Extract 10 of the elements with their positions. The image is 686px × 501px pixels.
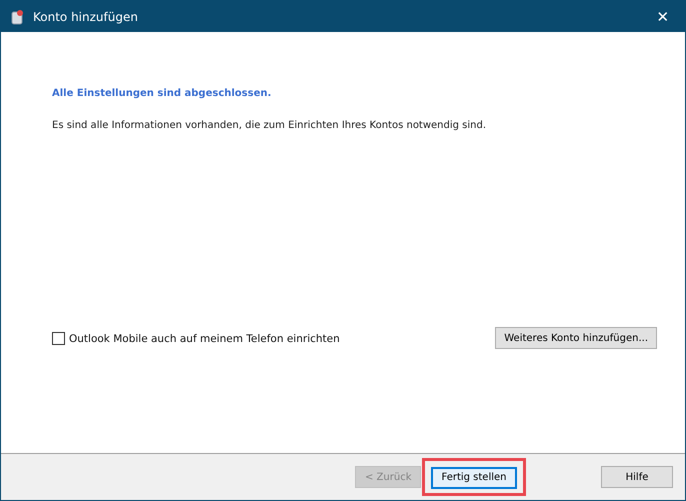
checkbox[interactable]: [52, 332, 65, 345]
close-button[interactable]: ✕: [641, 1, 685, 32]
window-title: Konto hinzufügen: [33, 10, 139, 24]
status-message: Es sind alle Informationen vorhanden, die zum Einrichten Ihres Kontos notwendig sind.: [52, 120, 488, 131]
help-button[interactable]: Hilfe: [601, 466, 673, 488]
finish-button[interactable]: Fertig stellen: [431, 466, 517, 489]
account-icon: [10, 8, 24, 24]
status-heading: Alle Einstellungen sind abgeschlossen.: [52, 88, 272, 99]
checkbox-label[interactable]: Outlook Mobile auch auf meinem Telefon einrichten: [69, 332, 340, 344]
add-account-button[interactable]: Weiteres Konto hinzufügen...: [495, 327, 657, 349]
